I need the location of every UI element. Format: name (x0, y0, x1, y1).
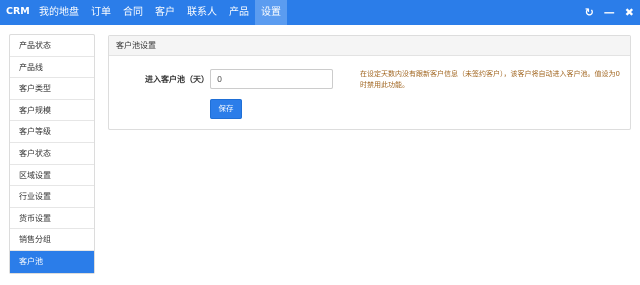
sidebar-item-customer-level[interactable]: 客户等级 (10, 121, 94, 143)
app-brand[interactable]: CRM (6, 6, 30, 17)
panel-title: 客户池设置 (109, 36, 630, 56)
pool-days-label: 进入客户池（天） (145, 75, 209, 84)
settings-sidebar: 产品状态 产品线 客户类型 客户规模 客户等级 客户状态 区域设置 行业设置 货… (9, 34, 95, 274)
customer-pool-settings-panel: 客户池设置 进入客户池（天） 在设定天数内没有跟新客户信息（未签约客户），该客户… (108, 35, 631, 130)
nav-item-orders[interactable]: 订单 (85, 0, 117, 25)
nav-item-contracts[interactable]: 合同 (117, 0, 149, 25)
nav-item-products[interactable]: 产品 (223, 0, 255, 25)
pool-days-input[interactable] (210, 69, 333, 89)
sidebar-item-product-status[interactable]: 产品状态 (10, 35, 94, 57)
pool-hint-text: 在设定天数内没有跟新客户信息（未签约客户），该客户将自动进入客户池。值设为0时禁… (360, 70, 620, 89)
nav-item-settings[interactable]: 设置 (255, 0, 287, 25)
nav-item-customers[interactable]: 客户 (149, 0, 181, 25)
window-controls: ↻ — ✖ (585, 0, 634, 25)
minimize-icon[interactable]: — (604, 0, 615, 25)
top-nav-bar: CRM 我的地盘 订单 合同 客户 联系人 产品 设置 ↻ — ✖ (0, 0, 640, 25)
sidebar-item-customer-type[interactable]: 客户类型 (10, 78, 94, 100)
nav-item-contacts[interactable]: 联系人 (181, 0, 223, 25)
nav-item-my-territory[interactable]: 我的地盘 (33, 0, 85, 25)
close-icon[interactable]: ✖ (625, 0, 634, 25)
sidebar-item-customer-size[interactable]: 客户规模 (10, 100, 94, 122)
save-button[interactable]: 保存 (210, 99, 242, 119)
sidebar-item-product-line[interactable]: 产品线 (10, 57, 94, 79)
main-nav: 我的地盘 订单 合同 客户 联系人 产品 设置 (33, 0, 287, 25)
sidebar-item-customer-pool[interactable]: 客户池 (10, 250, 94, 273)
sidebar-item-currency-settings[interactable]: 货币设置 (10, 208, 94, 230)
sidebar-item-customer-status[interactable]: 客户状态 (10, 143, 94, 165)
sidebar-item-sales-groups[interactable]: 销售分组 (10, 229, 94, 251)
sidebar-item-industry-settings[interactable]: 行业设置 (10, 186, 94, 208)
sidebar-item-region-settings[interactable]: 区域设置 (10, 165, 94, 187)
refresh-icon[interactable]: ↻ (585, 0, 594, 25)
